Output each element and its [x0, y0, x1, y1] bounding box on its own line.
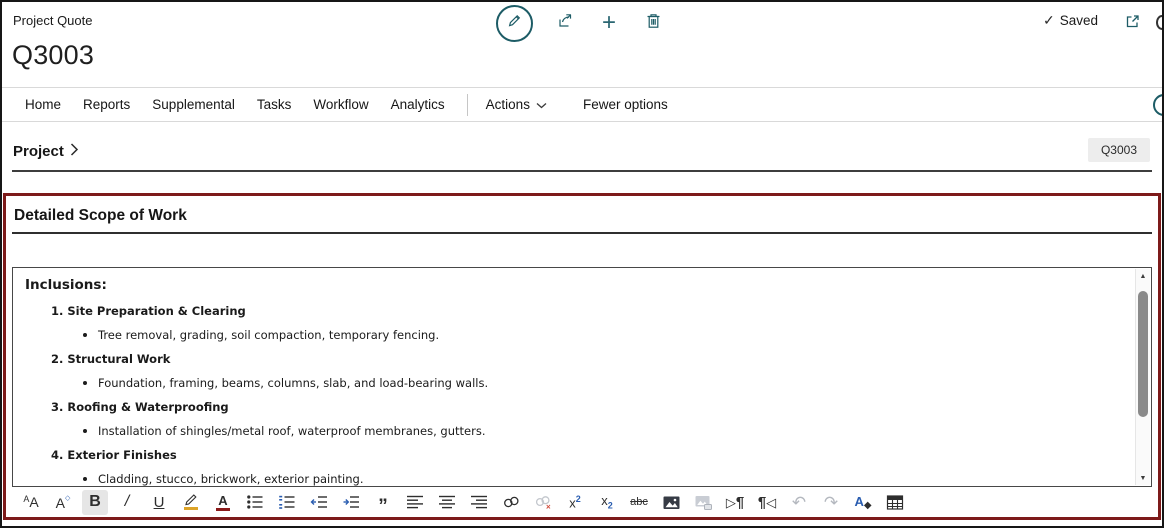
tab-analytics[interactable]: Analytics: [391, 97, 445, 112]
scrollbar-down-arrow[interactable]: ▼: [1136, 471, 1150, 485]
chevron-down-icon: [536, 97, 547, 112]
scrollbar-thumb[interactable]: [1138, 291, 1148, 417]
undo-button[interactable]: ↶: [786, 490, 812, 515]
text-style-button[interactable]: AA: [18, 490, 44, 515]
share-button[interactable]: [553, 11, 577, 35]
tab-bar-divider: [467, 94, 468, 116]
app-window: Project Quote +: [0, 0, 1164, 528]
superscript-button[interactable]: x2: [562, 490, 588, 515]
editor-list-item: 1.Site Preparation & Clearing: [51, 304, 246, 318]
bold-button[interactable]: B: [82, 490, 108, 515]
editor-bullet-item: Tree removal, grading, soil compaction, …: [83, 328, 439, 342]
insert-table-button[interactable]: [882, 490, 908, 515]
detailed-scope-section: Detailed Scope of Work Inclusions: 1.Site…: [3, 193, 1161, 520]
editor-list-item: 3.Roofing & Waterproofing: [51, 400, 229, 414]
editor-scrollbar[interactable]: ▲ ▼: [1135, 269, 1150, 485]
actions-menu-label: Actions: [486, 97, 530, 112]
pencil-icon: [506, 12, 523, 34]
editor-bullet-item: Installation of shingles/metal roof, wat…: [83, 424, 485, 438]
outdent-button[interactable]: [306, 490, 332, 515]
tab-workflow[interactable]: Workflow: [313, 97, 368, 112]
section-title: Detailed Scope of Work: [14, 207, 187, 225]
open-new-window-icon: [1123, 18, 1142, 35]
edit-button[interactable]: [496, 5, 533, 42]
editor-bullet-item: Cladding, stucco, brickwork, exterior pa…: [83, 472, 363, 486]
direction-ltr-button[interactable]: ▷¶: [722, 490, 748, 515]
trash-icon: [645, 12, 662, 35]
plus-icon: +: [602, 11, 616, 35]
breadcrumb[interactable]: Project: [13, 142, 79, 160]
clear-formatting-button[interactable]: A◆: [850, 490, 876, 515]
bullet-icon: [83, 333, 87, 337]
section-title-underline: [12, 232, 1152, 234]
insert-link-button[interactable]: [498, 490, 524, 515]
tab-bar: Home Reports Supplemental Tasks Workflow Anal…: [2, 88, 1162, 121]
font-size-button[interactable]: A◇: [50, 490, 76, 515]
record-badge[interactable]: Q3003: [1088, 138, 1150, 162]
bullet-icon: [83, 429, 87, 433]
insert-image-button[interactable]: [658, 490, 684, 515]
direction-rtl-button[interactable]: ¶◁: [754, 490, 780, 515]
scrollbar-up-arrow[interactable]: ▲: [1136, 269, 1150, 283]
breadcrumb-underline: [12, 170, 1152, 172]
actions-menu-button[interactable]: Actions: [486, 97, 547, 112]
blockquote-button[interactable]: ”: [370, 490, 396, 515]
editor-bullet-item: Foundation, framing, beams, columns, sla…: [83, 376, 488, 390]
rich-text-editor[interactable]: Inclusions: 1.Site Preparation & Clearing…: [12, 267, 1152, 487]
italic-button[interactable]: /: [114, 490, 140, 515]
editor-list-item: 2.Structural Work: [51, 352, 170, 366]
header-action-bar: +: [496, 2, 665, 44]
subscript-button[interactable]: x2: [594, 490, 620, 515]
tab-reports[interactable]: Reports: [83, 97, 130, 112]
tab-supplemental[interactable]: Supplemental: [152, 97, 235, 112]
numbered-list-button[interactable]: [274, 490, 300, 515]
clipped-edge-icon: [1156, 15, 1164, 30]
align-center-button[interactable]: [434, 490, 460, 515]
underline-button[interactable]: U: [146, 490, 172, 515]
redo-button[interactable]: ↷: [818, 490, 844, 515]
indent-button[interactable]: [338, 490, 364, 515]
align-left-button[interactable]: [402, 490, 428, 515]
editor-heading: Inclusions:: [25, 277, 107, 293]
svg-text:×: ×: [546, 503, 551, 512]
strikethrough-button[interactable]: abc: [626, 490, 652, 515]
page-label: Project Quote: [13, 13, 93, 28]
share-icon: [556, 11, 575, 35]
breadcrumb-label: Project: [13, 143, 64, 160]
check-icon: ✓: [1043, 12, 1055, 29]
align-right-button[interactable]: [466, 490, 492, 515]
editor-content[interactable]: Inclusions: 1.Site Preparation & Clearing…: [13, 268, 1135, 486]
breadcrumb-row: Project Q3003: [2, 122, 1162, 174]
save-status-label: Saved: [1060, 13, 1098, 28]
chevron-right-icon: [70, 142, 79, 160]
tabs-list: Home Reports Supplemental Tasks Workflow Anal…: [25, 97, 467, 112]
bullet-icon: [83, 477, 87, 481]
editor-toolbar: AAA◇B/UA”×x2x2abc▷¶¶◁↶↷A◆: [6, 487, 1158, 517]
bullet-list-button[interactable]: [242, 490, 268, 515]
record-title: Q3003: [12, 40, 94, 71]
tab-tasks[interactable]: Tasks: [257, 97, 292, 112]
open-new-window-button[interactable]: [1123, 12, 1142, 31]
text-color-button[interactable]: A: [210, 490, 236, 515]
delete-button[interactable]: [641, 11, 665, 35]
save-status: ✓ Saved: [1043, 12, 1098, 29]
highlight-color-button[interactable]: [178, 490, 204, 515]
bullet-icon: [83, 381, 87, 385]
tab-home[interactable]: Home: [25, 97, 61, 112]
editor-list-item: 4.Exterior Finishes: [51, 448, 177, 462]
add-button[interactable]: +: [597, 11, 621, 35]
remove-link-button[interactable]: ×: [530, 490, 556, 515]
fewer-options-label: Fewer options: [583, 97, 668, 112]
fewer-options-button[interactable]: Fewer options: [583, 97, 668, 112]
image-settings-button[interactable]: [690, 490, 716, 515]
